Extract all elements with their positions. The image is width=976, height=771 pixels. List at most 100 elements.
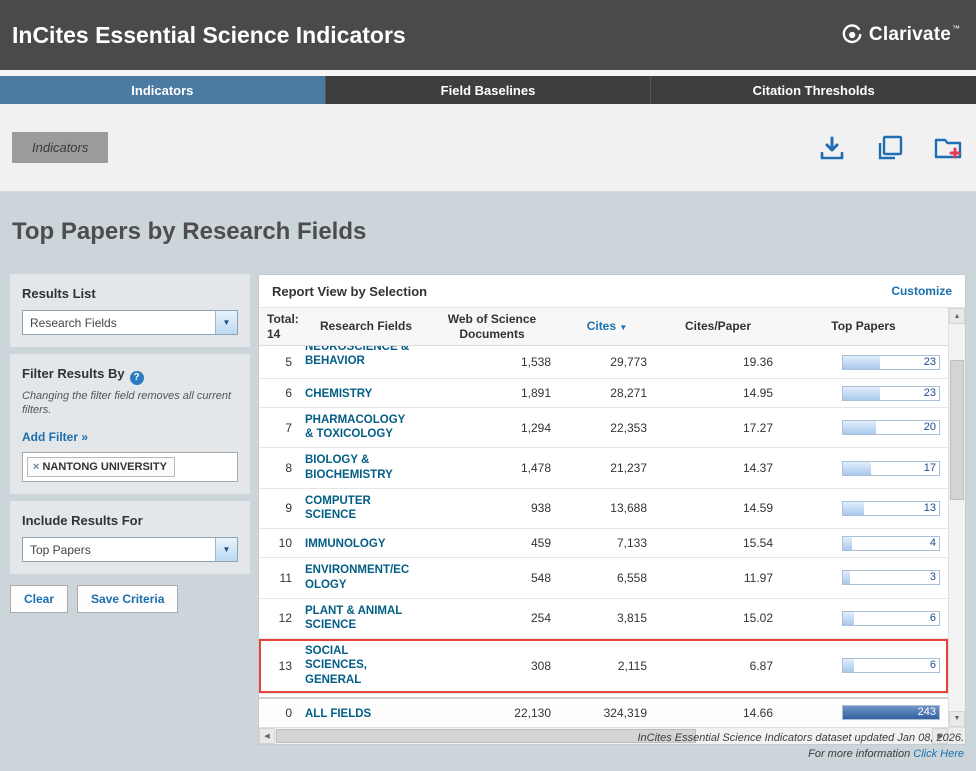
dataset-updated-text: InCites Essential Science Indicators dat… (637, 731, 964, 747)
top-papers-bar[interactable]: 20 (842, 420, 940, 435)
column-cites-per-paper[interactable]: Cites/Paper (657, 319, 779, 333)
cites-cell: 29,773 (557, 355, 657, 369)
breadcrumb-indicators-button[interactable]: Indicators (12, 132, 108, 163)
bar-fill (843, 571, 850, 584)
docs-cell: 308 (427, 659, 557, 673)
top-papers-bar[interactable]: 6 (842, 611, 940, 626)
toolbar: Indicators (0, 104, 976, 192)
save-criteria-button[interactable]: Save Criteria (77, 585, 178, 613)
tab-indicators[interactable]: Indicators (0, 76, 326, 104)
filter-label: Filter Results By (22, 366, 125, 381)
customize-link[interactable]: Customize (891, 284, 952, 298)
top-papers-bar[interactable]: 23 (842, 386, 940, 401)
add-filter-link[interactable]: Add Filter » (22, 430, 88, 444)
page-title: Top Papers by Research Fields (12, 218, 966, 246)
column-top-papers[interactable]: Top Papers (779, 319, 948, 333)
bar-fill (843, 462, 871, 475)
top-papers-bar[interactable]: 243 (842, 705, 940, 720)
cites-per-paper-cell: 19.36 (657, 355, 779, 369)
results-list-section: Results List Research Fields ▼ (10, 274, 250, 347)
vertical-scrollbar-thumb[interactable] (950, 360, 964, 500)
column-wos-documents[interactable]: Web of Science Documents (427, 312, 557, 341)
scroll-left-icon[interactable]: ◀ (259, 728, 275, 744)
chevron-down-icon: ▼ (215, 311, 237, 334)
bar-fill (843, 612, 854, 625)
docs-cell: 548 (427, 571, 557, 585)
research-field-link[interactable]: PLANT & ANIMAL SCIENCE (305, 604, 413, 633)
research-field-link[interactable]: PHARMACOLOGY & TOXICOLOGY (305, 413, 413, 442)
include-results-label: Include Results For (22, 513, 238, 528)
top-papers-bar[interactable]: 13 (842, 501, 940, 516)
top-papers-count: 6 (930, 612, 936, 625)
top-papers-bar[interactable]: 17 (842, 461, 940, 476)
tab-citation-thresholds[interactable]: Citation Thresholds (651, 76, 976, 104)
rank-cell: 5 (259, 355, 305, 369)
print-icon[interactable] (876, 134, 904, 162)
rank-cell: 6 (259, 386, 305, 400)
brand-trademark: ™ (952, 24, 960, 33)
rank-cell: 10 (259, 536, 305, 550)
tab-field-baselines[interactable]: Field Baselines (326, 76, 652, 104)
table-row: 5 NEUROSCIENCE & BEHAVIOR 1,538 29,773 1… (259, 346, 948, 379)
include-results-select[interactable]: Top Papers ▼ (22, 537, 238, 562)
table-body: 5 NEUROSCIENCE & BEHAVIOR 1,538 29,773 1… (259, 346, 948, 727)
column-research-fields[interactable]: Research Fields (305, 319, 427, 333)
main-tab-bar: Indicators Field Baselines Citation Thre… (0, 76, 976, 104)
top-papers-bar[interactable]: 23 (842, 355, 940, 370)
top-papers-bar[interactable]: 4 (842, 536, 940, 551)
filter-tag[interactable]: ×NANTONG UNIVERSITY (27, 457, 175, 477)
top-papers-bar[interactable]: 6 (842, 658, 940, 673)
clarivate-logo-icon (841, 24, 863, 46)
scroll-up-icon[interactable]: ▲ (949, 308, 965, 324)
bar-fill (843, 387, 880, 400)
bar-fill (843, 356, 880, 369)
remove-filter-icon[interactable]: × (33, 461, 39, 473)
column-cites-label: Cites (587, 319, 616, 333)
docs-cell: 1,478 (427, 461, 557, 475)
research-field-link[interactable]: CHEMISTRY (305, 387, 372, 401)
research-field-link[interactable]: ALL FIELDS (305, 707, 371, 721)
docs-cell: 254 (427, 611, 557, 625)
docs-cell: 22,130 (427, 706, 557, 720)
download-icon[interactable] (818, 134, 846, 162)
report-title: Report View by Selection (272, 284, 427, 299)
cites-per-paper-cell: 11.97 (657, 571, 779, 585)
clear-button[interactable]: Clear (10, 585, 68, 613)
bar-fill (843, 659, 854, 672)
report-header: Report View by Selection Customize (259, 275, 965, 308)
top-papers-bar[interactable]: 3 (842, 570, 940, 585)
research-field-link[interactable]: IMMUNOLOGY (305, 537, 386, 551)
app-window: InCites Essential Science Indicators Cla… (0, 0, 976, 771)
add-to-folder-icon[interactable] (934, 134, 962, 162)
top-papers-count: 20 (924, 421, 936, 434)
help-icon[interactable]: ? (130, 371, 144, 385)
research-field-link[interactable]: BIOLOGY & BIOCHEMISTRY (305, 453, 413, 482)
click-here-link[interactable]: Click Here (913, 748, 964, 760)
scroll-down-icon[interactable]: ▼ (949, 711, 965, 727)
research-field-link[interactable]: ENVIRONMENT/ECOLOGY (305, 563, 413, 592)
research-field-link[interactable]: SOCIAL SCIENCES, GENERAL (305, 644, 413, 687)
top-papers-count: 23 (924, 387, 936, 400)
rank-cell: 0 (259, 706, 305, 720)
top-papers-count: 13 (924, 502, 936, 515)
rank-cell: 12 (259, 611, 305, 625)
research-field-link[interactable]: COMPUTER SCIENCE (305, 494, 413, 523)
brand-name: Clarivate (869, 24, 951, 45)
table-row: 10 IMMUNOLOGY 459 7,133 15.54 4 (259, 529, 948, 558)
bar-fill (843, 421, 876, 434)
docs-cell: 459 (427, 536, 557, 550)
column-cites-sorted[interactable]: Cites ▼ (557, 319, 657, 333)
horizontal-scrollbar-thumb[interactable] (276, 729, 696, 743)
include-results-value: Top Papers (23, 543, 91, 557)
filter-section: Filter Results By? Changing the filter f… (10, 354, 250, 494)
cites-cell: 7,133 (557, 536, 657, 550)
vertical-scrollbar[interactable]: ▲ ▼ (948, 308, 965, 727)
table-row: 12 PLANT & ANIMAL SCIENCE 254 3,815 15.0… (259, 599, 948, 639)
results-list-select[interactable]: Research Fields ▼ (22, 310, 238, 335)
cites-cell: 2,115 (557, 659, 657, 673)
top-papers-count: 6 (930, 659, 936, 672)
research-field-link[interactable]: NEUROSCIENCE & BEHAVIOR (305, 346, 413, 369)
rank-cell: 11 (259, 571, 305, 585)
table-row: 8 BIOLOGY & BIOCHEMISTRY 1,478 21,237 14… (259, 448, 948, 488)
rank-cell: 13 (259, 659, 305, 673)
